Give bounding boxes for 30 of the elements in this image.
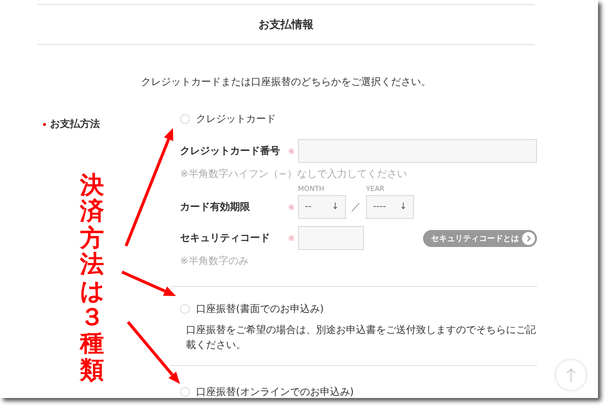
section-title: お支払情報 — [258, 17, 314, 32]
arrow — [126, 321, 180, 384]
month-select[interactable]: -- ↓ — [298, 195, 346, 219]
instruction-text: クレジットカードまたは口座振替のどちらかをご選択ください。 — [140, 76, 432, 89]
bullet-icon — [43, 122, 46, 126]
required-mark: ※ — [288, 146, 296, 156]
up-arrow-icon — [566, 367, 576, 383]
radio-button[interactable] — [180, 114, 190, 124]
radio-button[interactable] — [180, 387, 190, 397]
field-label: セキュリティコード — [180, 232, 271, 245]
option-label: 口座振替(書面でのお申込み) — [196, 302, 324, 316]
radio-button[interactable] — [180, 304, 190, 314]
security-code-field[interactable] — [298, 226, 364, 250]
option-note: 口座振替をご希望の場合は、別途お申込書をご送付致しますのでそちらにご記載ください。 — [185, 324, 537, 353]
required-mark: ※ — [288, 202, 296, 212]
year-select[interactable]: ---- ↓ — [366, 195, 414, 219]
field-label: クレジットカード番号 — [180, 144, 281, 158]
field-label: お支払方法 — [50, 117, 100, 131]
option-label: 口座振替(オンラインでのお申込み) — [196, 386, 354, 398]
required-mark: ※ — [288, 234, 296, 242]
card-number-field[interactable] — [298, 139, 537, 163]
option-label: クレジットカード — [196, 113, 276, 126]
annotation-text: 決済方法は３種類 — [80, 172, 104, 384]
field-label: カード有効期限 — [180, 200, 251, 214]
hint-text: ※半角数字ハイフン（−）なしで入力してください — [180, 168, 408, 181]
separator-text: ／ — [350, 201, 362, 214]
arrow — [121, 270, 176, 296]
chevron-icon — [522, 232, 535, 244]
hint-text: ※半角数字のみ — [180, 254, 250, 268]
scroll-top-button[interactable] — [556, 360, 586, 390]
